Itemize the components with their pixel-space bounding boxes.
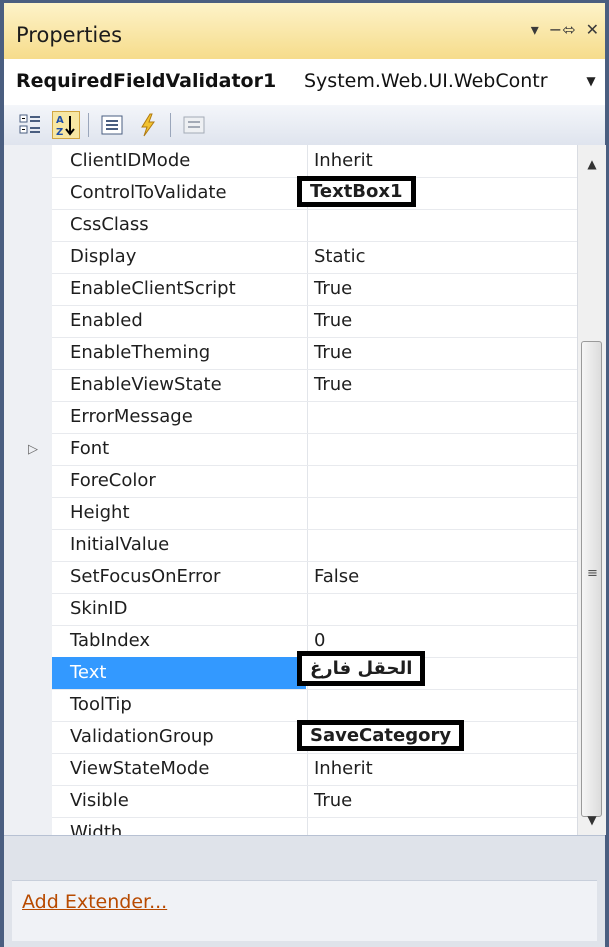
- property-row-tooltip[interactable]: ToolTip: [52, 689, 577, 722]
- property-value[interactable]: 0: [314, 630, 325, 651]
- add-extender-link[interactable]: Add Extender...: [22, 891, 167, 913]
- property-pages-icon[interactable]: [180, 111, 208, 139]
- pin-icon[interactable]: −⬄: [549, 21, 576, 39]
- title-controls: ▾ −⬄ ✕: [531, 21, 599, 39]
- properties-window: Properties ▾ −⬄ ✕ RequiredFieldValidator…: [0, 0, 609, 947]
- property-value-highlighted[interactable]: TextBox1: [297, 176, 416, 207]
- events-icon[interactable]: [134, 111, 162, 139]
- property-name: ViewStateMode: [70, 758, 210, 779]
- property-name: Visible: [70, 790, 129, 811]
- properties-toolbar: A Z: [4, 105, 605, 146]
- property-row-height[interactable]: Height: [52, 497, 577, 530]
- property-name: Text: [70, 662, 107, 683]
- property-value-highlighted[interactable]: الحقل فارغ: [297, 651, 426, 686]
- property-name: CssClass: [70, 214, 149, 235]
- property-name: ControlToValidate: [70, 182, 227, 203]
- grip-icon: ≡: [587, 566, 598, 581]
- property-value[interactable]: True: [314, 342, 352, 363]
- property-row-clientidmode[interactable]: ClientIDMode Inherit: [52, 145, 577, 178]
- property-name: Width: [70, 822, 123, 836]
- expand-icon[interactable]: ▷: [28, 442, 38, 457]
- object-selector[interactable]: RequiredFieldValidator1 System.Web.UI.We…: [4, 59, 605, 106]
- property-row-display[interactable]: Display Static: [52, 241, 577, 274]
- property-name: Height: [70, 502, 130, 523]
- property-value[interactable]: False: [314, 566, 359, 587]
- property-row-forecolor[interactable]: ForeColor: [52, 465, 577, 498]
- property-value[interactable]: True: [314, 278, 352, 299]
- property-name: EnableTheming: [70, 342, 211, 363]
- property-name: ClientIDMode: [70, 150, 191, 171]
- vertical-scrollbar[interactable]: ▲ ≡ ▼: [577, 145, 606, 835]
- property-name: Enabled: [70, 310, 143, 331]
- scroll-down-icon[interactable]: ▼: [578, 807, 606, 833]
- commands-area: Add Extender...: [12, 880, 597, 941]
- toolbar-separator: [88, 113, 89, 137]
- property-row-viewstatemode[interactable]: ViewStateMode Inherit: [52, 753, 577, 786]
- property-name: Display: [70, 246, 137, 267]
- grid-gutter: [4, 145, 52, 835]
- property-row-cssclass[interactable]: CssClass: [52, 209, 577, 242]
- property-name: ToolTip: [70, 694, 132, 715]
- commands-pane: Add Extender...: [4, 835, 605, 947]
- property-name: ErrorMessage: [70, 406, 193, 427]
- property-row-validationgroup[interactable]: ValidationGroup SaveCategory: [52, 720, 577, 754]
- window-title: Properties: [16, 23, 123, 47]
- property-name: TabIndex: [70, 630, 151, 651]
- window-position-dropdown-icon[interactable]: ▾: [531, 21, 539, 39]
- toolbar-separator: [170, 113, 171, 137]
- property-name: ForeColor: [70, 470, 156, 491]
- property-name: SkinID: [70, 598, 128, 619]
- property-row-width[interactable]: Width: [52, 817, 577, 836]
- dropdown-arrow-icon[interactable]: ▼: [581, 67, 601, 95]
- object-type: System.Web.UI.WebContr: [304, 70, 548, 92]
- title-bar: Properties ▾ −⬄ ✕: [4, 3, 605, 60]
- alphabetical-icon[interactable]: A Z: [52, 111, 80, 139]
- property-name: Font: [70, 438, 110, 459]
- property-row-initialvalue[interactable]: InitialValue: [52, 529, 577, 562]
- property-row-setfocusonerror[interactable]: SetFocusOnError False: [52, 561, 577, 594]
- categorized-icon[interactable]: [16, 111, 44, 139]
- property-name: InitialValue: [70, 534, 170, 555]
- property-name: ValidationGroup: [70, 726, 214, 747]
- property-value[interactable]: True: [314, 374, 352, 395]
- property-row-enableclientscript[interactable]: EnableClientScript True: [52, 273, 577, 306]
- property-name: EnableClientScript: [70, 278, 236, 299]
- svg-text:A: A: [56, 115, 64, 126]
- property-row-errormessage[interactable]: ErrorMessage: [52, 401, 577, 434]
- property-row-font[interactable]: ▷ Font: [28, 433, 577, 466]
- property-value-highlighted[interactable]: SaveCategory: [297, 720, 465, 751]
- property-value[interactable]: Inherit: [314, 758, 373, 779]
- property-row-skinid[interactable]: SkinID: [52, 593, 577, 626]
- property-row-enableviewstate[interactable]: EnableViewState True: [52, 369, 577, 402]
- object-name: RequiredFieldValidator1: [16, 70, 277, 92]
- close-icon[interactable]: ✕: [586, 21, 599, 39]
- property-value[interactable]: Inherit: [314, 150, 373, 171]
- property-row-controltovalidate[interactable]: ControlToValidate TextBox1: [52, 176, 577, 210]
- property-row-visible[interactable]: Visible True: [52, 785, 577, 818]
- property-name: SetFocusOnError: [70, 566, 221, 587]
- scrollbar-thumb[interactable]: ≡: [581, 341, 602, 817]
- scroll-up-icon[interactable]: ▲: [578, 151, 606, 177]
- property-name: EnableViewState: [70, 374, 222, 395]
- property-grid[interactable]: ClientIDMode Inherit ControlToValidate T…: [4, 145, 606, 836]
- property-row-enabled[interactable]: Enabled True: [52, 305, 577, 338]
- property-value[interactable]: Static: [314, 246, 365, 267]
- property-value[interactable]: True: [314, 790, 352, 811]
- property-row-enabletheming[interactable]: EnableTheming True: [52, 337, 577, 370]
- svg-text:Z: Z: [56, 127, 63, 138]
- properties-icon[interactable]: [98, 111, 126, 139]
- property-row-text-selected[interactable]: Text الحقل فارغ: [52, 651, 577, 690]
- property-value[interactable]: True: [314, 310, 352, 331]
